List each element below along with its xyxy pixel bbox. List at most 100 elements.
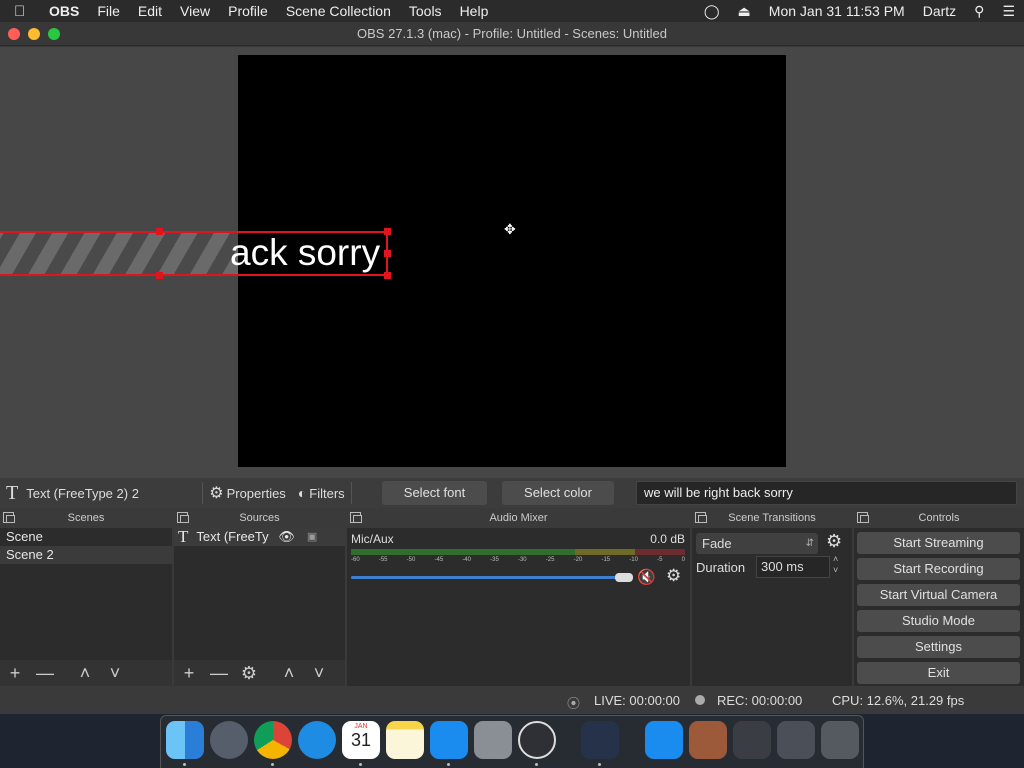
menu-clock[interactable]: Mon Jan 31 11:53 PM bbox=[769, 3, 905, 19]
resize-handle-bottom-right[interactable] bbox=[384, 272, 391, 279]
remove-scene-icon[interactable]: — bbox=[30, 663, 60, 684]
apple-menu-icon[interactable]:  bbox=[14, 3, 40, 20]
spotlight-search-icon[interactable]: ⚲ bbox=[974, 3, 984, 20]
menu-profile[interactable]: Profile bbox=[228, 3, 268, 19]
resize-handle-top-right[interactable] bbox=[384, 228, 391, 235]
undock-icon[interactable] bbox=[177, 512, 189, 523]
move-down-icon[interactable]: ˅ bbox=[304, 663, 334, 684]
meter-tick-label: -20 bbox=[573, 557, 583, 563]
scenes-footer: + — ˄ ˅ bbox=[0, 660, 172, 686]
window-titlebar: OBS 27.1.3 (mac) - Profile: Untitled - S… bbox=[0, 22, 1024, 46]
video-app-icon[interactable] bbox=[581, 721, 619, 759]
remove-source-icon[interactable]: — bbox=[204, 663, 234, 684]
window-title: OBS 27.1.3 (mac) - Profile: Untitled - S… bbox=[357, 26, 667, 41]
undock-icon[interactable] bbox=[3, 512, 15, 523]
exit-button[interactable]: Exit bbox=[857, 662, 1020, 684]
visibility-eye-icon[interactable]: 👁 bbox=[278, 528, 295, 546]
undock-icon[interactable] bbox=[695, 512, 707, 523]
eject-icon[interactable]: ⏏ bbox=[738, 3, 751, 20]
control-center-icon[interactable]: ☰ bbox=[1002, 3, 1015, 20]
channel-name: Mic/Aux bbox=[351, 532, 394, 546]
add-scene-icon[interactable]: + bbox=[0, 663, 30, 684]
scene-item-selected[interactable]: Scene 2 bbox=[0, 546, 172, 564]
transition-select[interactable]: Fade ⇵ bbox=[696, 533, 818, 554]
menu-tools[interactable]: Tools bbox=[409, 3, 442, 19]
channel-settings-gear-icon[interactable]: ⚙ bbox=[666, 566, 681, 586]
zoom-window-button[interactable] bbox=[48, 28, 60, 40]
archive-icon[interactable] bbox=[689, 721, 727, 759]
select-color-button[interactable]: Select color bbox=[502, 481, 614, 505]
calendar-day: 31 bbox=[350, 730, 372, 750]
start-streaming-button[interactable]: Start Streaming bbox=[857, 532, 1020, 554]
source-item[interactable]: T Text (FreeTy 👁 ▣ bbox=[174, 528, 345, 546]
screenshot-2-icon[interactable] bbox=[777, 721, 815, 759]
controls-dock-title: Controls bbox=[854, 508, 1024, 528]
close-window-button[interactable] bbox=[8, 28, 20, 40]
source-toolbar: T Text (FreeType 2) 2 ⚙ Properties ◐ Fil… bbox=[0, 478, 1024, 508]
finder-icon[interactable] bbox=[166, 721, 204, 759]
preview-area[interactable]: ack sorry ✥ bbox=[0, 47, 1024, 478]
start-virtual-camera-button[interactable]: Start Virtual Camera bbox=[857, 584, 1020, 606]
source-properties-gear-icon[interactable]: ⚙ bbox=[234, 663, 264, 684]
toolbar-separator bbox=[350, 482, 352, 504]
source-selection-box[interactable] bbox=[0, 231, 388, 276]
menu-file[interactable]: File bbox=[97, 3, 120, 19]
trash-icon[interactable] bbox=[821, 721, 859, 759]
menu-edit[interactable]: Edit bbox=[138, 3, 162, 19]
notes-icon[interactable] bbox=[386, 721, 424, 759]
resize-handle-top[interactable] bbox=[156, 228, 163, 235]
menu-help[interactable]: Help bbox=[460, 3, 489, 19]
minimize-window-button[interactable] bbox=[28, 28, 40, 40]
calendar-icon[interactable]: JAN 31 bbox=[342, 721, 380, 759]
muted-speaker-icon[interactable]: 🔇 bbox=[637, 568, 656, 586]
volume-slider-handle[interactable] bbox=[615, 573, 633, 582]
system-preferences-icon[interactable] bbox=[474, 721, 512, 759]
scenes-dock-title: Scenes bbox=[0, 508, 172, 528]
lock-icon[interactable]: ▣ bbox=[307, 528, 317, 546]
menu-app-name[interactable]: OBS bbox=[49, 3, 79, 19]
duration-input[interactable]: 300 ms bbox=[756, 556, 830, 578]
safari-icon[interactable] bbox=[298, 721, 336, 759]
menu-user[interactable]: Dartz bbox=[923, 3, 956, 19]
meter-tick-label: -5 bbox=[657, 557, 663, 563]
text-content-input[interactable]: we will be right back sorry bbox=[636, 481, 1017, 505]
undock-icon[interactable] bbox=[350, 512, 362, 523]
gear-icon: ⚙ bbox=[209, 485, 224, 502]
text-source-icon: T bbox=[178, 527, 189, 546]
move-up-icon[interactable]: ˄ bbox=[274, 663, 304, 684]
audio-mixer-dock: Audio Mixer Mic/Aux 0.0 dB -60 -55 -50 -45-… bbox=[347, 508, 690, 686]
filters-button[interactable]: ◐ Filters bbox=[298, 485, 345, 501]
undock-icon[interactable] bbox=[857, 512, 869, 523]
scene-transitions-title: Scene Transitions bbox=[728, 512, 816, 524]
meter-tick-label: -55 bbox=[378, 557, 388, 563]
start-recording-button[interactable]: Start Recording bbox=[857, 558, 1020, 580]
meter-tick-label: -25 bbox=[545, 557, 555, 563]
studio-mode-button[interactable]: Studio Mode bbox=[857, 610, 1020, 632]
transition-settings-gear-icon[interactable]: ⚙ bbox=[826, 531, 842, 552]
add-source-icon[interactable]: + bbox=[174, 663, 204, 684]
launchpad-icon[interactable] bbox=[210, 721, 248, 759]
chrome-icon[interactable] bbox=[254, 721, 292, 759]
scene-item[interactable]: Scene bbox=[0, 528, 172, 546]
duration-stepper-icon[interactable]: ˄ ˅ bbox=[833, 554, 838, 576]
move-up-icon[interactable]: ˄ bbox=[70, 663, 100, 684]
menu-scene-collection[interactable]: Scene Collection bbox=[286, 3, 391, 19]
live-timer: LIVE: 00:00:00 bbox=[594, 693, 681, 708]
toolbar-separator bbox=[202, 482, 204, 504]
obs-icon[interactable] bbox=[518, 721, 556, 759]
app-store-2-icon[interactable] bbox=[645, 721, 683, 759]
move-down-icon[interactable]: ˅ bbox=[100, 663, 130, 684]
volume-slider-track[interactable] bbox=[351, 576, 627, 579]
app-store-icon[interactable] bbox=[430, 721, 468, 759]
running-indicator bbox=[359, 763, 362, 766]
running-indicator bbox=[183, 763, 186, 766]
select-font-button[interactable]: Select font bbox=[382, 481, 487, 505]
settings-button[interactable]: Settings bbox=[857, 636, 1020, 658]
text-source-icon: T bbox=[6, 481, 19, 504]
screenshot-icon[interactable] bbox=[733, 721, 771, 759]
resize-handle-right[interactable] bbox=[384, 250, 391, 257]
obs-status-icon[interactable]: ◯ bbox=[704, 3, 720, 20]
menu-view[interactable]: View bbox=[180, 3, 210, 19]
properties-button[interactable]: ⚙ Properties bbox=[209, 483, 286, 503]
resize-handle-bottom[interactable] bbox=[156, 272, 163, 279]
